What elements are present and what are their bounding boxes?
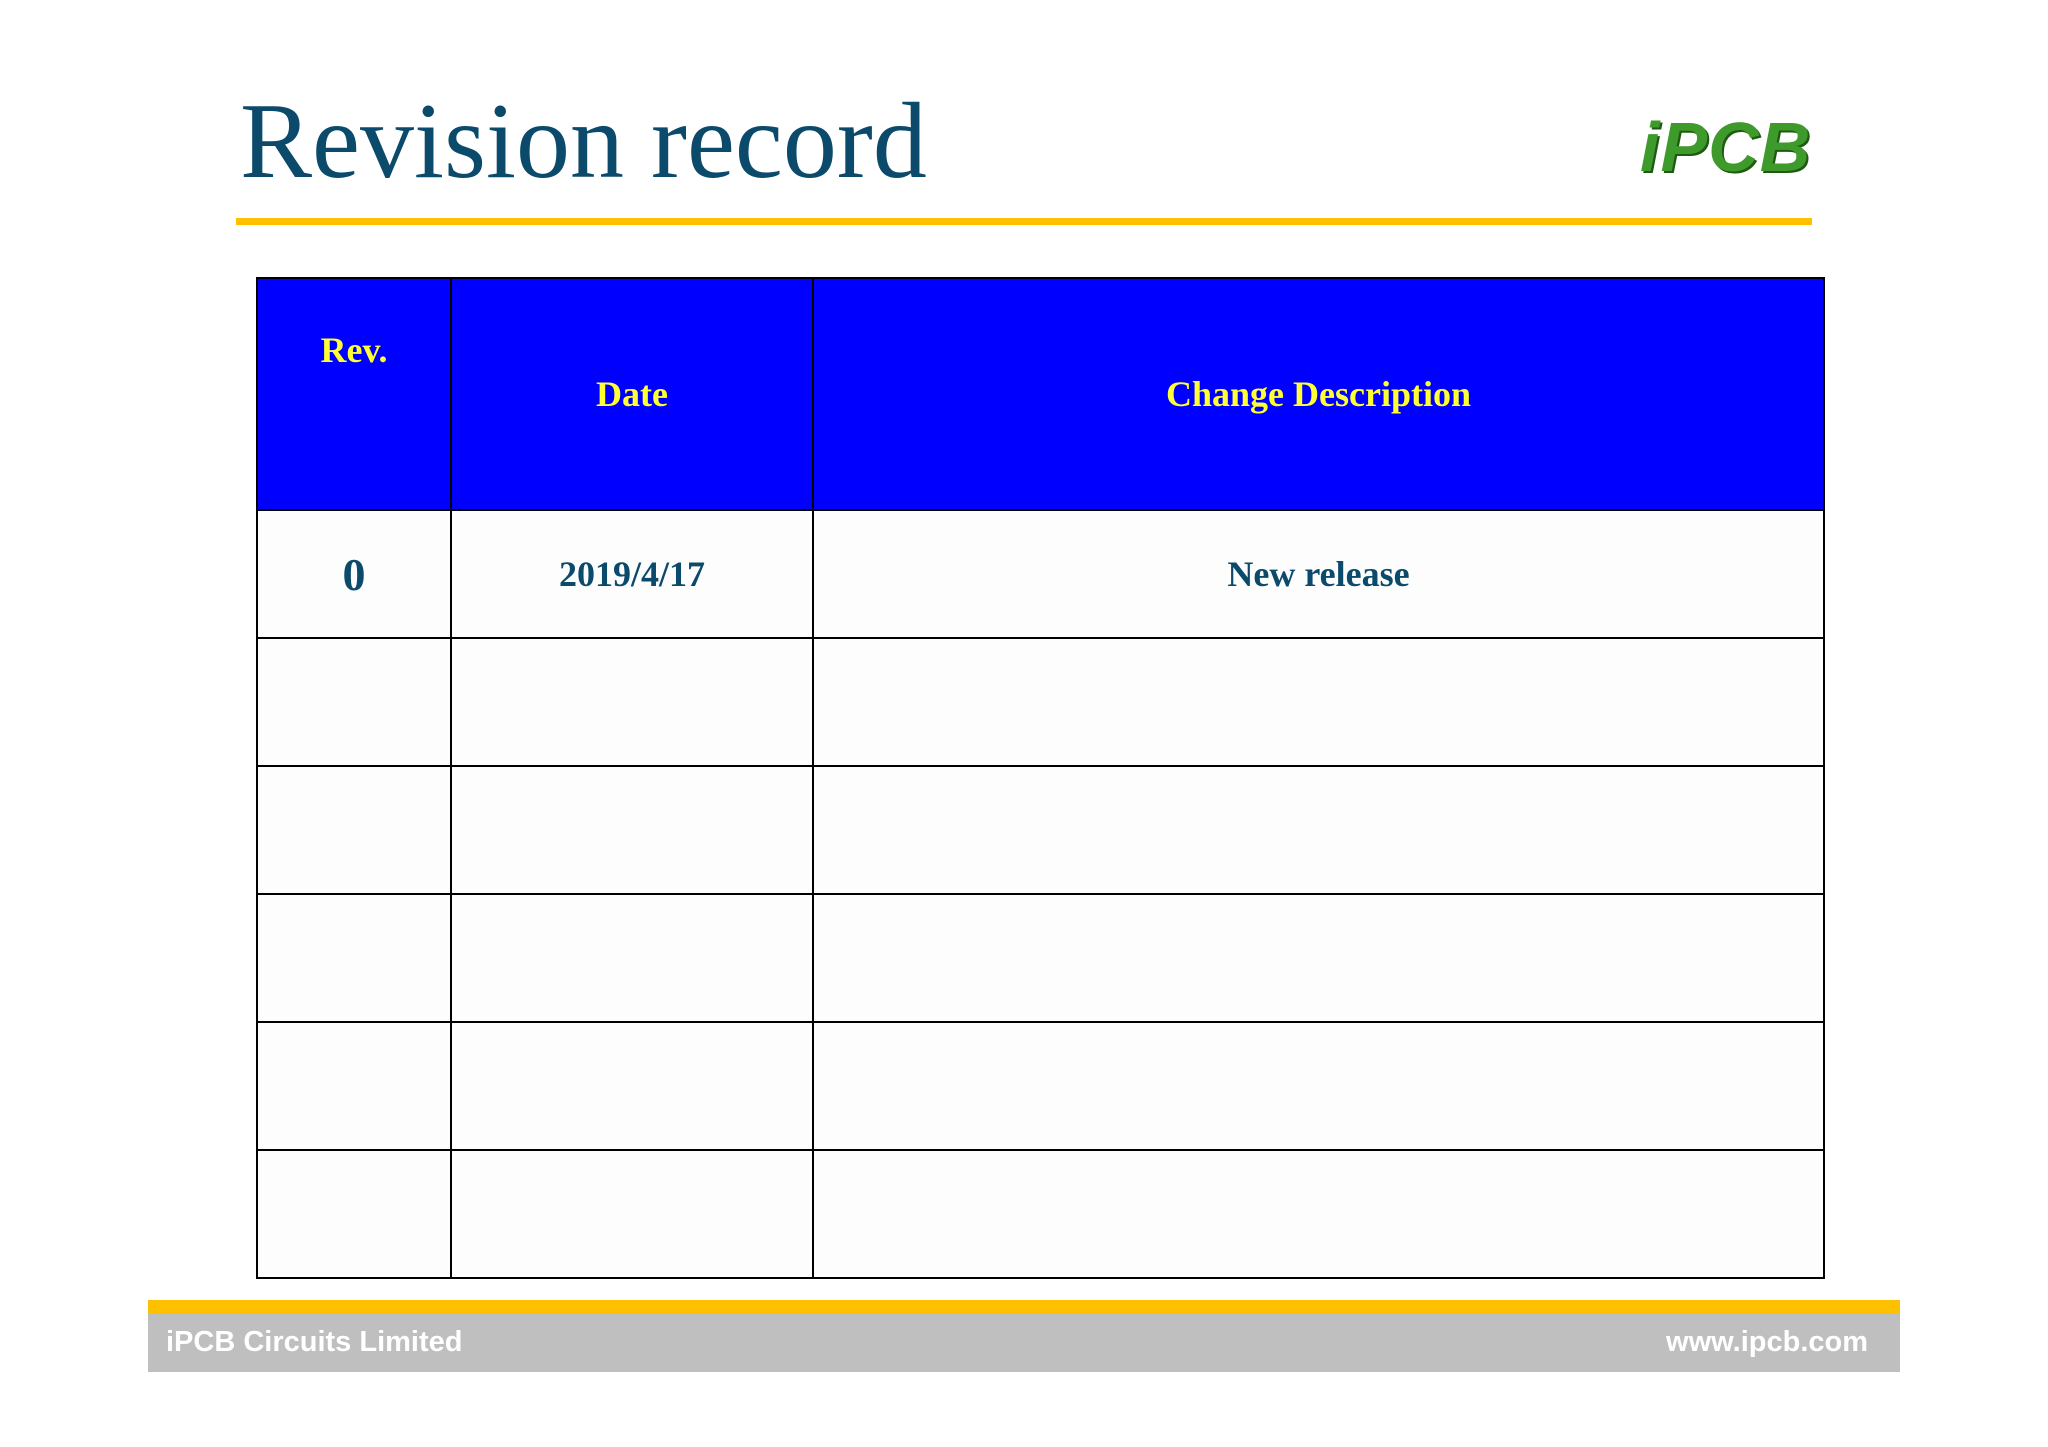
date-cell xyxy=(450,637,814,767)
rev-cell xyxy=(256,637,452,767)
rev-cell: 0 xyxy=(256,509,452,639)
table-row xyxy=(256,1021,1825,1151)
header-description: Change Description xyxy=(812,277,1825,511)
rev-cell xyxy=(256,1021,452,1151)
rev-cell xyxy=(256,765,452,895)
title-divider xyxy=(236,218,1812,225)
description-cell xyxy=(812,1021,1825,1151)
footer-company: iPCB Circuits Limited xyxy=(166,1326,463,1358)
ipcb-logo: iPCB xyxy=(1640,108,1812,186)
date-cell xyxy=(450,893,814,1023)
rev-cell xyxy=(256,893,452,1023)
footer-website: www.ipcb.com xyxy=(1666,1326,1868,1358)
description-cell xyxy=(812,893,1825,1023)
slide: Revision record iPCB www.ipcb.com Rev. D… xyxy=(0,0,2048,1447)
description-cell xyxy=(812,637,1825,767)
table-row xyxy=(256,893,1825,1023)
rev-cell xyxy=(256,1149,452,1279)
date-cell xyxy=(450,1149,814,1279)
description-cell xyxy=(812,1149,1825,1279)
date-cell: 2019/4/17 xyxy=(450,509,814,639)
footer-divider xyxy=(148,1300,1900,1314)
table-row xyxy=(256,637,1825,767)
header-date: Date xyxy=(450,277,814,511)
description-cell: New release xyxy=(812,509,1825,639)
page-title: Revision record xyxy=(240,82,927,201)
table-row: 0 2019/4/17 New release xyxy=(256,509,1825,639)
footer-bar: iPCB Circuits Limited www.ipcb.com xyxy=(148,1314,1900,1372)
table-row xyxy=(256,1149,1825,1279)
description-cell xyxy=(812,765,1825,895)
table-row xyxy=(256,765,1825,895)
date-cell xyxy=(450,1021,814,1151)
revision-table: Rev. Date Change Description 0 2019/4/17… xyxy=(256,277,1825,1279)
date-cell xyxy=(450,765,814,895)
header-rev: Rev. xyxy=(256,277,452,511)
table-header-row: Rev. Date Change Description xyxy=(256,277,1825,511)
